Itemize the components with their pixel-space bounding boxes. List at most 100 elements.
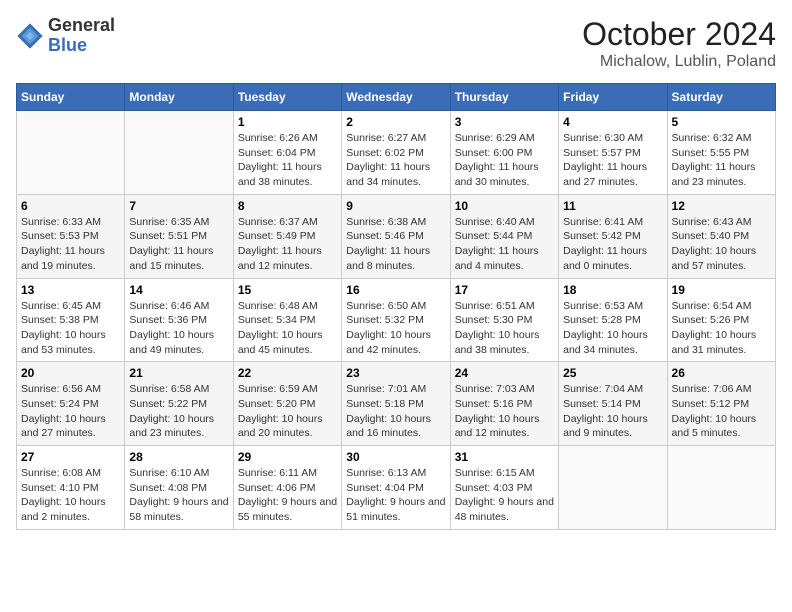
calendar-cell: 3Sunrise: 6:29 AM Sunset: 6:00 PM Daylig… [450, 111, 558, 195]
day-number: 10 [455, 199, 554, 213]
calendar-cell: 19 Sunrise: 6:54 AM Sunset: 5:26 PM Dayli… [667, 278, 775, 362]
weekday-header: Tuesday [233, 84, 341, 111]
weekday-header: Sunday [17, 84, 125, 111]
day-info: Sunrise: 6:58 AM Sunset: 5:22 PM Dayligh… [129, 382, 228, 441]
day-info: Sunrise: 6:26 AM Sunset: 6:04 PM Dayligh… [238, 131, 337, 190]
weekday-header: Saturday [667, 84, 775, 111]
day-info: Sunrise: 6:30 AM Sunset: 5:57 PM Dayligh… [563, 131, 662, 190]
calendar-cell: 18 Sunrise: 6:53 AM Sunset: 5:28 PM Dayli… [559, 278, 667, 362]
day-info: Sunrise: 6:48 AM Sunset: 5:34 PM Dayligh… [238, 299, 337, 358]
day-number: 15 [238, 283, 337, 297]
day-number: 27 [21, 450, 120, 464]
calendar-cell: 28Sunrise: 6:10 AM Sunset: 4:08 PM Dayli… [125, 446, 233, 530]
calendar-cell [17, 111, 125, 195]
calendar-cell: 7 Sunrise: 6:35 AM Sunset: 5:51 PM Daylig… [125, 194, 233, 278]
day-number: 5 [672, 115, 771, 129]
day-info: Sunrise: 6:50 AM Sunset: 5:32 PM Dayligh… [346, 299, 445, 358]
day-info: Sunrise: 6:35 AM Sunset: 5:51 PM Dayligh… [129, 215, 228, 274]
calendar-week-row: 13Sunrise: 6:45 AM Sunset: 5:38 PM Dayli… [17, 278, 776, 362]
calendar-cell [125, 111, 233, 195]
calendar-cell: 16Sunrise: 6:50 AM Sunset: 5:32 PM Dayli… [342, 278, 450, 362]
calendar-cell: 10Sunrise: 6:40 AM Sunset: 5:44 PM Dayli… [450, 194, 558, 278]
day-info: Sunrise: 6:32 AM Sunset: 5:55 PM Dayligh… [672, 131, 771, 190]
day-info: Sunrise: 7:04 AM Sunset: 5:14 PM Dayligh… [563, 382, 662, 441]
page-header: General Blue October 2024 Michalow, Lubl… [16, 16, 776, 71]
calendar-header-row: SundayMondayTuesdayWednesdayThursdayFrid… [17, 84, 776, 111]
calendar-week-row: 20 Sunrise: 6:56 AM Sunset: 5:24 PM Dayli… [17, 362, 776, 446]
calendar-cell: 6 Sunrise: 6:33 AM Sunset: 5:53 PM Daylig… [17, 194, 125, 278]
day-number: 21 [129, 366, 228, 380]
day-number: 14 [129, 283, 228, 297]
day-info: Sunrise: 7:03 AM Sunset: 5:16 PM Dayligh… [455, 382, 554, 441]
calendar-cell: 23Sunrise: 7:01 AM Sunset: 5:18 PM Dayli… [342, 362, 450, 446]
logo-icon [16, 22, 44, 50]
calendar-week-row: 6 Sunrise: 6:33 AM Sunset: 5:53 PM Daylig… [17, 194, 776, 278]
day-info: Sunrise: 6:29 AM Sunset: 6:00 PM Dayligh… [455, 131, 554, 190]
day-number: 22 [238, 366, 337, 380]
day-info: Sunrise: 6:08 AM Sunset: 4:10 PM Dayligh… [21, 466, 120, 525]
day-number: 12 [672, 199, 771, 213]
day-info: Sunrise: 6:41 AM Sunset: 5:42 PM Dayligh… [563, 215, 662, 274]
calendar-subtitle: Michalow, Lublin, Poland [582, 53, 776, 71]
day-info: Sunrise: 6:54 AM Sunset: 5:26 PM Dayligh… [672, 299, 771, 358]
calendar-cell: 22 Sunrise: 6:59 AM Sunset: 5:20 PM Dayli… [233, 362, 341, 446]
day-number: 26 [672, 366, 771, 380]
day-number: 4 [563, 115, 662, 129]
calendar-cell [667, 446, 775, 530]
calendar-cell: 12 Sunrise: 6:43 AM Sunset: 5:40 PM Dayli… [667, 194, 775, 278]
day-info: Sunrise: 6:38 AM Sunset: 5:46 PM Dayligh… [346, 215, 445, 274]
calendar-week-row: 1 Sunrise: 6:26 AM Sunset: 6:04 PM Daylig… [17, 111, 776, 195]
calendar-table: SundayMondayTuesdayWednesdayThursdayFrid… [16, 83, 776, 530]
calendar-cell: 25 Sunrise: 7:04 AM Sunset: 5:14 PM Dayli… [559, 362, 667, 446]
calendar-cell: 17 Sunrise: 6:51 AM Sunset: 5:30 PM Dayli… [450, 278, 558, 362]
day-number: 18 [563, 283, 662, 297]
logo: General Blue [16, 16, 115, 56]
day-number: 19 [672, 283, 771, 297]
day-info: Sunrise: 6:46 AM Sunset: 5:36 PM Dayligh… [129, 299, 228, 358]
day-number: 25 [563, 366, 662, 380]
day-info: Sunrise: 6:33 AM Sunset: 5:53 PM Dayligh… [21, 215, 120, 274]
calendar-cell: 4 Sunrise: 6:30 AM Sunset: 5:57 PM Daylig… [559, 111, 667, 195]
calendar-cell: 24 Sunrise: 7:03 AM Sunset: 5:16 PM Dayli… [450, 362, 558, 446]
calendar-cell: 11Sunrise: 6:41 AM Sunset: 5:42 PM Dayli… [559, 194, 667, 278]
logo-text: General Blue [48, 16, 115, 56]
day-number: 29 [238, 450, 337, 464]
day-info: Sunrise: 6:37 AM Sunset: 5:49 PM Dayligh… [238, 215, 337, 274]
calendar-cell: 13Sunrise: 6:45 AM Sunset: 5:38 PM Dayli… [17, 278, 125, 362]
day-info: Sunrise: 6:13 AM Sunset: 4:04 PM Dayligh… [346, 466, 445, 525]
day-number: 20 [21, 366, 120, 380]
calendar-cell: 15 Sunrise: 6:48 AM Sunset: 5:34 PM Dayli… [233, 278, 341, 362]
weekday-header: Thursday [450, 84, 558, 111]
calendar-cell: 30 Sunrise: 6:13 AM Sunset: 4:04 PM Dayli… [342, 446, 450, 530]
day-number: 6 [21, 199, 120, 213]
day-number: 9 [346, 199, 445, 213]
day-info: Sunrise: 6:56 AM Sunset: 5:24 PM Dayligh… [21, 382, 120, 441]
weekday-header: Wednesday [342, 84, 450, 111]
day-number: 1 [238, 115, 337, 129]
day-number: 2 [346, 115, 445, 129]
day-number: 17 [455, 283, 554, 297]
day-number: 31 [455, 450, 554, 464]
calendar-cell [559, 446, 667, 530]
day-number: 28 [129, 450, 228, 464]
calendar-week-row: 27 Sunrise: 6:08 AM Sunset: 4:10 PM Dayli… [17, 446, 776, 530]
day-info: Sunrise: 6:59 AM Sunset: 5:20 PM Dayligh… [238, 382, 337, 441]
calendar-cell: 5 Sunrise: 6:32 AM Sunset: 5:55 PM Daylig… [667, 111, 775, 195]
title-block: October 2024 Michalow, Lublin, Poland [582, 16, 776, 71]
day-info: Sunrise: 7:06 AM Sunset: 5:12 PM Dayligh… [672, 382, 771, 441]
calendar-cell: 21 Sunrise: 6:58 AM Sunset: 5:22 PM Dayli… [125, 362, 233, 446]
day-info: Sunrise: 6:45 AM Sunset: 5:38 PM Dayligh… [21, 299, 120, 358]
calendar-cell: 2 Sunrise: 6:27 AM Sunset: 6:02 PM Daylig… [342, 111, 450, 195]
day-number: 7 [129, 199, 228, 213]
calendar-cell: 29Sunrise: 6:11 AM Sunset: 4:06 PM Dayli… [233, 446, 341, 530]
calendar-cell: 8Sunrise: 6:37 AM Sunset: 5:49 PM Daylig… [233, 194, 341, 278]
day-info: Sunrise: 6:43 AM Sunset: 5:40 PM Dayligh… [672, 215, 771, 274]
day-info: Sunrise: 6:53 AM Sunset: 5:28 PM Dayligh… [563, 299, 662, 358]
day-number: 30 [346, 450, 445, 464]
day-info: Sunrise: 6:27 AM Sunset: 6:02 PM Dayligh… [346, 131, 445, 190]
day-number: 24 [455, 366, 554, 380]
calendar-cell: 20 Sunrise: 6:56 AM Sunset: 5:24 PM Dayli… [17, 362, 125, 446]
day-info: Sunrise: 6:51 AM Sunset: 5:30 PM Dayligh… [455, 299, 554, 358]
weekday-header: Monday [125, 84, 233, 111]
calendar-cell: 26 Sunrise: 7:06 AM Sunset: 5:12 PM Dayli… [667, 362, 775, 446]
